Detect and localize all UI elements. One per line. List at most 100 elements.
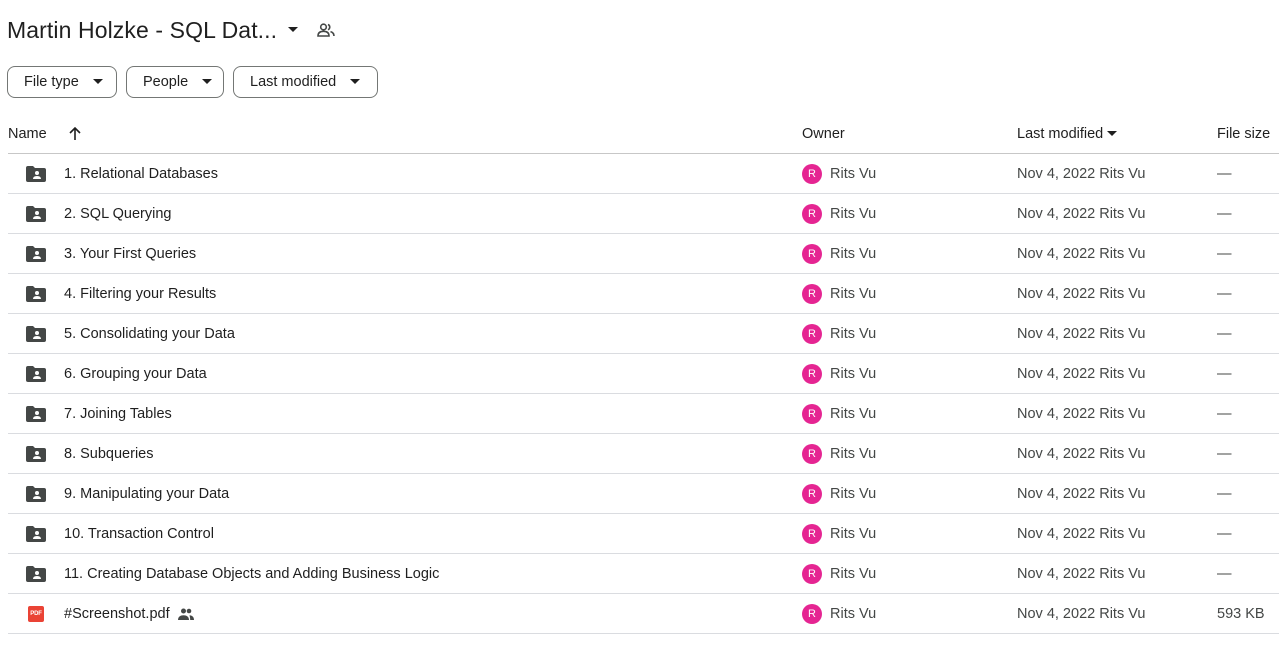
- shared-folder-icon: [25, 274, 47, 314]
- file-row[interactable]: 1. Relational Databases R Rits Vu Nov 4, …: [0, 154, 1279, 194]
- last-modified: Nov 4, 2022 Rits Vu: [1017, 406, 1146, 422]
- file-name: 9. Manipulating your Data: [64, 486, 230, 502]
- arrow-up-icon[interactable]: [69, 127, 81, 141]
- avatar: R: [802, 524, 822, 544]
- file-row[interactable]: 2. SQL Querying R Rits Vu Nov 4, 2022 Rit…: [0, 194, 1279, 234]
- people-filter-label: People: [143, 74, 189, 90]
- file-name: 1. Relational Databases: [64, 166, 218, 182]
- avatar: R: [802, 484, 822, 504]
- avatar: R: [802, 404, 822, 424]
- column-owner[interactable]: Owner: [802, 114, 845, 154]
- column-last-modified-label: Last modified: [1017, 126, 1104, 142]
- file-type-filter[interactable]: File type: [7, 66, 117, 98]
- shared-folder-icon: [25, 514, 47, 554]
- file-size: —: [1217, 206, 1232, 222]
- owner-cell: R Rits Vu: [802, 594, 876, 634]
- owner-name: Rits Vu: [830, 486, 877, 502]
- folder-title-bar[interactable]: Martin Holzke - SQL Dat...: [7, 14, 335, 46]
- file-row[interactable]: 8. Subqueries R Rits Vu Nov 4, 2022 Rits …: [0, 434, 1279, 474]
- people-icon: [317, 23, 335, 37]
- shared-folder-icon: [25, 474, 47, 514]
- owner-cell: R Rits Vu: [802, 354, 876, 394]
- owner-cell: R Rits Vu: [802, 474, 876, 514]
- shared-folder-icon: [25, 554, 47, 594]
- arrow-drop-down-icon: [92, 79, 103, 85]
- shared-folder-icon: [25, 154, 47, 194]
- file-row[interactable]: 10. Transaction Control R Rits Vu Nov 4, …: [0, 514, 1279, 554]
- shared-folder-icon: [25, 194, 47, 234]
- shared-folder-icon: [25, 434, 47, 474]
- shared-folder-icon: [25, 354, 47, 394]
- last-modified-filter[interactable]: Last modified: [233, 66, 378, 98]
- last-modified: Nov 4, 2022 Rits Vu: [1017, 446, 1146, 462]
- arrow-drop-down-icon[interactable]: [287, 26, 299, 34]
- file-size: 593 KB: [1217, 606, 1265, 622]
- arrow-drop-down-icon: [202, 79, 213, 85]
- owner-cell: R Rits Vu: [802, 234, 876, 274]
- file-type-filter-label: File type: [24, 74, 79, 90]
- avatar: R: [802, 444, 822, 464]
- last-modified: Nov 4, 2022 Rits Vu: [1017, 246, 1146, 262]
- shared-folder-icon: [25, 314, 47, 354]
- last-modified-filter-label: Last modified: [250, 74, 337, 90]
- owner-cell: R Rits Vu: [802, 314, 876, 354]
- last-modified: Nov 4, 2022 Rits Vu: [1017, 326, 1146, 342]
- file-size: —: [1217, 246, 1232, 262]
- file-row[interactable]: 5. Consolidating your Data R Rits Vu Nov …: [0, 314, 1279, 354]
- column-last-modified[interactable]: Last modified: [1017, 114, 1118, 154]
- file-name: 4. Filtering your Results: [64, 286, 217, 302]
- owner-cell: R Rits Vu: [802, 154, 876, 194]
- file-size: —: [1217, 286, 1232, 302]
- people-filter[interactable]: People: [126, 66, 224, 98]
- file-name-cell: #Screenshot.pdf: [64, 594, 194, 634]
- folder-title[interactable]: Martin Holzke - SQL Dat...: [7, 17, 277, 44]
- owner-cell: R Rits Vu: [802, 274, 876, 314]
- file-name: 8. Subqueries: [64, 446, 154, 462]
- file-row[interactable]: 11. Creating Database Objects and Adding…: [0, 554, 1279, 594]
- file-name: 7. Joining Tables: [64, 406, 172, 422]
- owner-name: Rits Vu: [830, 326, 877, 342]
- owner-cell: R Rits Vu: [802, 394, 876, 434]
- file-size: —: [1217, 366, 1232, 382]
- file-size: —: [1217, 486, 1232, 502]
- last-modified: Nov 4, 2022 Rits Vu: [1017, 526, 1146, 542]
- owner-name: Rits Vu: [830, 166, 877, 182]
- last-modified: Nov 4, 2022 Rits Vu: [1017, 206, 1146, 222]
- file-size: —: [1217, 166, 1232, 182]
- shared-folder-icon: [25, 394, 47, 434]
- file-size: —: [1217, 406, 1232, 422]
- file-row[interactable]: 7. Joining Tables R Rits Vu Nov 4, 2022 R…: [0, 394, 1279, 434]
- column-file-size[interactable]: File size: [1217, 114, 1270, 154]
- file-list-header: Name Owner Last modified File size: [0, 114, 1279, 154]
- owner-name: Rits Vu: [830, 206, 877, 222]
- last-modified: Nov 4, 2022 Rits Vu: [1017, 366, 1146, 382]
- owner-cell: R Rits Vu: [802, 514, 876, 554]
- avatar: R: [802, 164, 822, 184]
- file-row[interactable]: 3. Your First Queries R Rits Vu Nov 4, 20…: [0, 234, 1279, 274]
- file-row[interactable]: PDF #Screenshot.pdf R Rits Vu Nov 4, 2022…: [0, 594, 1279, 634]
- file-size: —: [1217, 446, 1232, 462]
- last-modified: Nov 4, 2022 Rits Vu: [1017, 566, 1146, 582]
- owner-name: Rits Vu: [830, 606, 877, 622]
- file-row[interactable]: 9. Manipulating your Data R Rits Vu Nov 4…: [0, 474, 1279, 514]
- avatar: R: [802, 564, 822, 584]
- file-row[interactable]: 6. Grouping your Data R Rits Vu Nov 4, 20…: [0, 354, 1279, 394]
- last-modified: Nov 4, 2022 Rits Vu: [1017, 606, 1146, 622]
- owner-cell: R Rits Vu: [802, 554, 876, 594]
- owner-name: Rits Vu: [830, 366, 877, 382]
- last-modified: Nov 4, 2022 Rits Vu: [1017, 166, 1146, 182]
- file-name: #Screenshot.pdf: [64, 606, 170, 622]
- file-name: 10. Transaction Control: [64, 526, 214, 542]
- file-list: 1. Relational Databases R Rits Vu Nov 4, …: [0, 154, 1279, 634]
- shared-folder-icon: [25, 234, 47, 274]
- file-size: —: [1217, 326, 1232, 342]
- owner-name: Rits Vu: [830, 406, 877, 422]
- column-name[interactable]: Name: [8, 114, 81, 154]
- avatar: R: [802, 364, 822, 384]
- people-icon: [177, 608, 194, 620]
- owner-name: Rits Vu: [830, 566, 877, 582]
- last-modified: Nov 4, 2022 Rits Vu: [1017, 286, 1146, 302]
- arrow-drop-down-icon: [1107, 131, 1118, 137]
- avatar: R: [802, 284, 822, 304]
- file-row[interactable]: 4. Filtering your Results R Rits Vu Nov 4…: [0, 274, 1279, 314]
